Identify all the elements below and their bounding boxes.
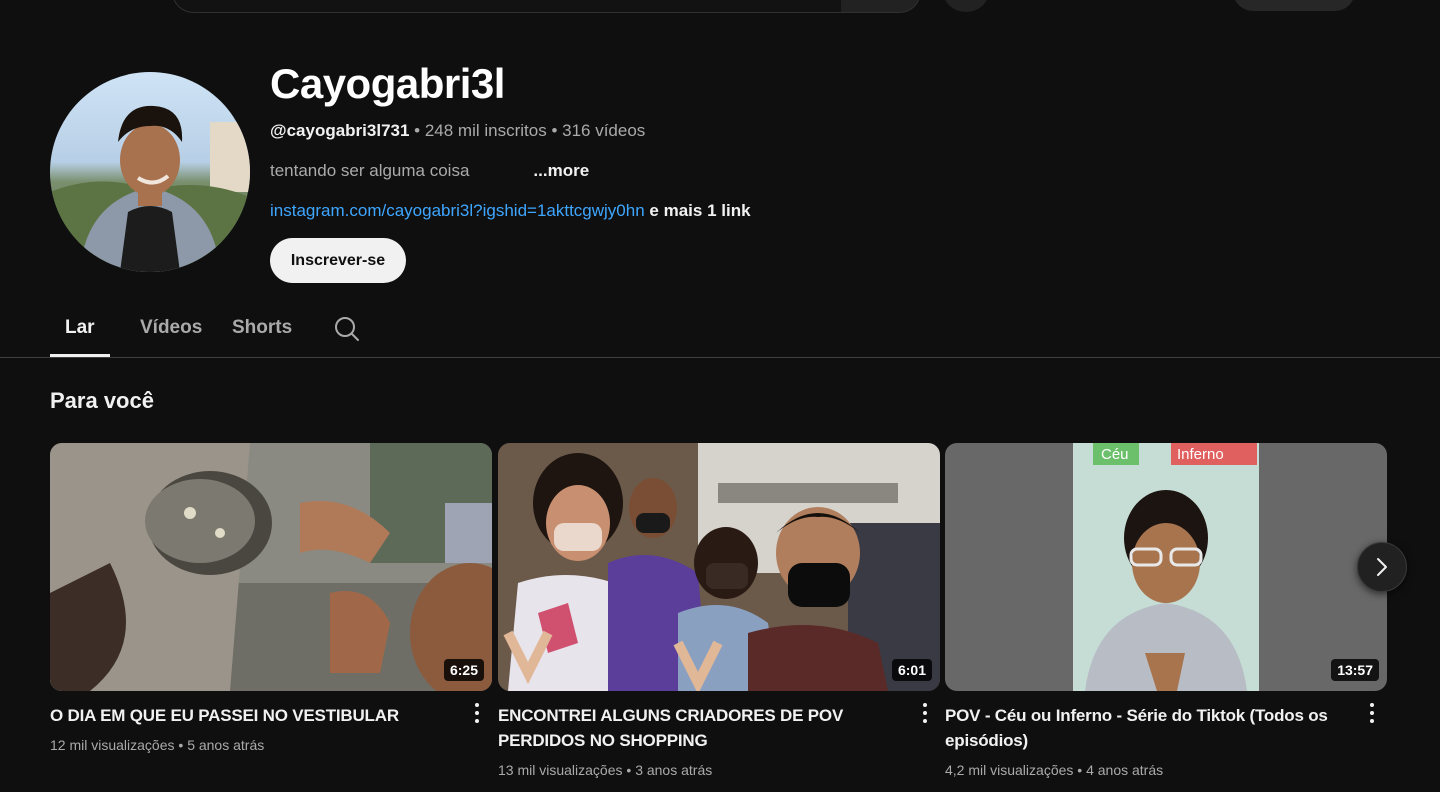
masthead-search-input[interactable] [172, 0, 842, 13]
video-title[interactable]: POV - Céu ou Inferno - Série do Tiktok (… [945, 703, 1345, 753]
tab-shorts[interactable]: Shorts [232, 317, 292, 339]
carousel-next-button[interactable] [1357, 542, 1407, 592]
active-tab-indicator [50, 354, 110, 357]
svg-text:Céu: Céu [1101, 446, 1129, 463]
notifications-icon[interactable] [1380, 0, 1392, 4]
masthead [0, 0, 1440, 14]
instagram-link[interactable]: instagram.com/cayogabri3l?igshid=1akttcg… [270, 201, 645, 220]
meta-separator: • [409, 121, 425, 140]
channel-tabs: Lar Vídeos Shorts [0, 300, 1440, 358]
more-vert-icon[interactable] [470, 701, 484, 725]
channel-links: instagram.com/cayogabri3l?igshid=1akttcg… [270, 201, 751, 221]
tab-home[interactable]: Lar [65, 317, 95, 339]
upload-age: 5 anos atrás [187, 737, 265, 753]
video-title[interactable]: O DIA EM QUE EU PASSEI NO VESTIBULAR [50, 703, 450, 728]
meta-separator: • [546, 121, 563, 140]
more-links-button[interactable]: e mais 1 link [649, 201, 750, 220]
upload-age: 3 anos atrás [635, 762, 713, 778]
more-vert-icon[interactable] [1365, 701, 1379, 725]
chevron-right-icon [1377, 558, 1387, 576]
voice-search-button[interactable] [943, 0, 989, 12]
video-metadata: 13 mil visualizações • 3 anos atrás [498, 762, 713, 778]
channel-description[interactable]: tentando ser alguma coisa ...more [270, 161, 589, 181]
section-title: Para você [50, 388, 154, 413]
view-count: 13 mil visualizações [498, 762, 623, 778]
more-description-link[interactable]: ...more [533, 161, 589, 180]
svg-text:Inferno: Inferno [1177, 446, 1224, 463]
create-button[interactable] [1233, 0, 1355, 11]
subscribe-button[interactable]: Inscrever-se [270, 238, 406, 283]
video-duration: 6:25 [443, 659, 484, 681]
tab-videos[interactable]: Vídeos [140, 317, 202, 339]
video-title[interactable]: ENCONTREI ALGUNS CRIADORES DE POV PERDID… [498, 703, 898, 753]
channel-name: Cayogabri3l [270, 60, 505, 107]
subscriber-count: 248 mil inscritos [424, 121, 547, 140]
video-thumbnail[interactable]: 6:25 [50, 443, 492, 691]
description-text: tentando ser alguma coisa [270, 161, 470, 180]
more-vert-icon[interactable] [918, 701, 932, 725]
search-icon[interactable] [333, 315, 361, 343]
channel-meta: @cayogabri3l731 • 248 mil inscritos • 31… [270, 121, 645, 141]
masthead-search-button[interactable] [841, 0, 921, 13]
upload-age: 4 anos atrás [1086, 762, 1164, 778]
video-count: 316 vídeos [562, 121, 646, 140]
video-thumbnail[interactable]: 6:01 [498, 443, 940, 691]
video-duration: 13:57 [1331, 659, 1379, 681]
channel-handle: @cayogabri3l731 [270, 121, 410, 140]
video-metadata: 4,2 mil visualizações • 4 anos atrás [945, 762, 1164, 778]
channel-avatar[interactable] [50, 72, 250, 272]
video-thumbnail[interactable]: Céu Inferno 13:57 [945, 443, 1387, 691]
video-duration: 6:01 [891, 659, 932, 681]
thumbnail-labels: Céu Inferno [1101, 446, 1224, 463]
video-metadata: 12 mil visualizações • 5 anos atrás [50, 737, 265, 753]
view-count: 12 mil visualizações [50, 737, 175, 753]
view-count: 4,2 mil visualizações [945, 762, 1074, 778]
